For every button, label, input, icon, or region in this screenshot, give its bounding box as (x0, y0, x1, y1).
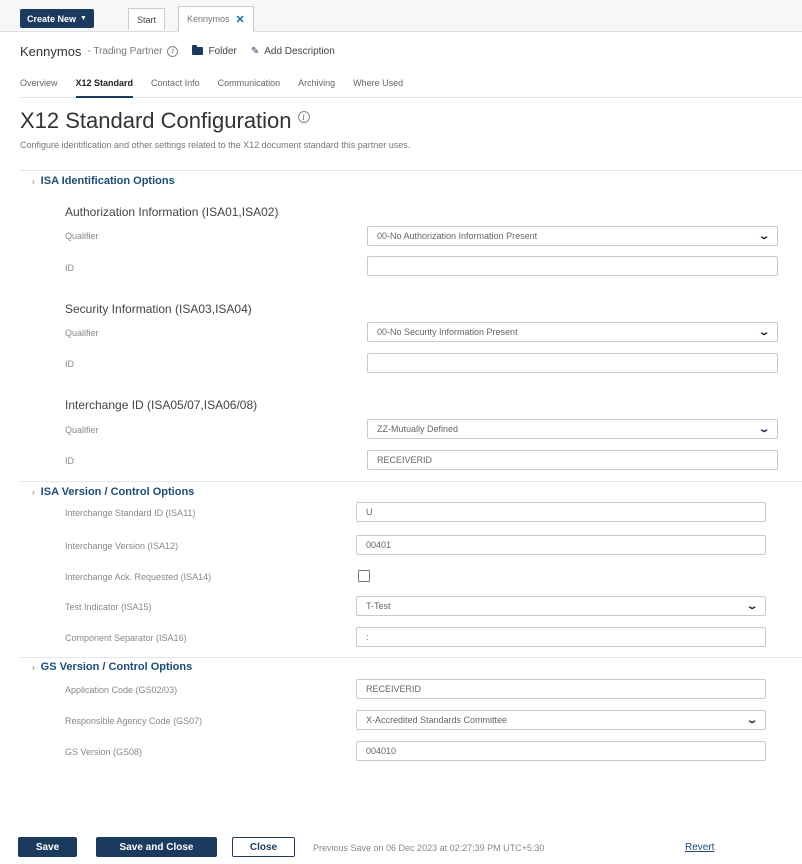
entity-header: Kennymos - Trading Partner i Folder ✎ Ad… (20, 40, 335, 62)
int-id-input[interactable]: RECEIVERID (367, 450, 778, 470)
component-sep-input[interactable]: : (356, 627, 766, 647)
page-title: X12 Standard Configuration (20, 108, 292, 133)
int-qualifier-select[interactable]: ZZ-Mutually Defined ⌄ (367, 419, 778, 439)
tab-kennymos-label: Kennymos (187, 14, 230, 24)
folder-label: Folder (208, 45, 237, 57)
pencil-icon: ✎ (250, 45, 260, 57)
chevron-down-icon: ⌄ (757, 326, 771, 338)
tab-where-used[interactable]: Where Used (353, 72, 403, 98)
auth-qualifier-value: 00-No Authorization Information Present (377, 231, 538, 241)
add-description-label: Add Description (264, 45, 335, 57)
version-label: Interchange Version (ISA12) (65, 541, 179, 551)
section-title: ISA Identification Options (40, 175, 175, 187)
section-title: ISA Version / Control Options (40, 486, 195, 498)
create-new-label: Create New (27, 13, 77, 24)
app-code-label: Application Code (GS02/03) (65, 685, 178, 695)
page-description: Configure identification and other setti… (20, 140, 411, 150)
chevron-right-icon: › (32, 487, 35, 497)
version-input[interactable]: 00401 (356, 535, 766, 555)
chevron-down-icon: ⌄ (757, 423, 771, 435)
footer-bar: Save Save and Close Close Previous Save … (0, 830, 802, 864)
chevron-down-icon: ⌄ (757, 230, 771, 242)
divider (20, 481, 802, 482)
close-icon[interactable]: ✕ (236, 13, 245, 26)
test-indicator-label: Test Indicator (ISA15) (65, 602, 152, 612)
agency-label: Responsible Agency Code (GS07) (65, 716, 203, 726)
app-code-input[interactable]: RECEIVERID (356, 679, 766, 699)
tab-x12-standard[interactable]: X12 Standard (75, 72, 134, 98)
ack-label: Interchange Ack. Requested (ISA14) (65, 572, 212, 582)
chevron-right-icon: › (32, 176, 35, 186)
sec-qualifier-select[interactable]: 00-No Security Information Present ⌄ (367, 322, 778, 342)
test-indicator-value: T-Test (366, 601, 391, 611)
save-status: Previous Save on 06 Dec 2023 at 02:27:39… (313, 843, 545, 853)
close-button[interactable]: Close (232, 837, 295, 857)
tab-archiving[interactable]: Archiving (298, 72, 335, 98)
add-description-link[interactable]: ✎ Add Description (251, 46, 335, 57)
test-indicator-select[interactable]: T-Test ⌄ (356, 596, 766, 616)
app-code-value: RECEIVERID (366, 684, 422, 694)
caret-down-icon: ▼ (80, 15, 87, 22)
sec-id-input[interactable] (367, 353, 778, 373)
info-icon[interactable]: i (297, 111, 310, 123)
gs-version-value: 004010 (366, 746, 397, 756)
tab-kennymos[interactable]: Kennymos ✕ (178, 6, 254, 32)
tab-overview[interactable]: Overview (20, 72, 58, 98)
agency-select[interactable]: X-Accredited Standards Committee ⌄ (356, 710, 766, 730)
section-isa-identification[interactable]: › ISA Identification Options (32, 175, 175, 187)
folder-icon (192, 45, 204, 55)
auth-qualifier-label: Qualifier (65, 231, 99, 241)
create-new-button[interactable]: Create New ▼ (20, 9, 94, 28)
divider (20, 657, 802, 658)
info-icon[interactable]: i (167, 45, 179, 57)
gs-version-label: GS Version (GS08) (65, 747, 143, 757)
chevron-down-icon: ⌄ (745, 714, 759, 726)
int-id-label: ID (65, 456, 74, 466)
section-isa-version[interactable]: › ISA Version / Control Options (32, 486, 194, 498)
tab-communication[interactable]: Communication (218, 72, 281, 98)
entity-name: Kennymos (20, 43, 82, 59)
top-bar: Create New ▼ Start Kennymos ✕ (0, 0, 802, 32)
component-sep-value: : (366, 632, 369, 642)
tab-contact-info[interactable]: Contact Info (151, 72, 200, 98)
revert-link[interactable]: Revert (685, 842, 714, 853)
chevron-down-icon: ⌄ (745, 600, 759, 612)
version-value: 00401 (366, 540, 392, 550)
standard-id-value: U (366, 507, 373, 517)
save-button[interactable]: Save (18, 837, 77, 857)
entity-type: - Trading Partner (87, 45, 163, 57)
int-qualifier-value: ZZ-Mutually Defined (377, 424, 459, 434)
int-id-value: RECEIVERID (377, 455, 433, 465)
sec-qualifier-label: Qualifier (65, 328, 99, 338)
save-and-close-button[interactable]: Save and Close (96, 837, 217, 857)
auth-qualifier-select[interactable]: 00-No Authorization Information Present … (367, 226, 778, 246)
agency-value: X-Accredited Standards Committee (366, 715, 508, 725)
folder-link[interactable]: Folder (192, 45, 237, 57)
group-security-title: Security Information (ISA03,ISA04) (65, 302, 252, 316)
sec-qualifier-value: 00-No Security Information Present (377, 327, 518, 337)
standard-id-label: Interchange Standard ID (ISA11) (65, 508, 196, 518)
tab-start-label: Start (137, 14, 157, 25)
gs-version-input[interactable]: 004010 (356, 741, 766, 761)
standard-id-input[interactable]: U (356, 502, 766, 522)
divider (20, 170, 802, 171)
chevron-right-icon: › (32, 662, 35, 672)
component-sep-label: Component Separator (ISA16) (65, 633, 187, 643)
group-authorization-title: Authorization Information (ISA01,ISA02) (65, 205, 279, 219)
auth-id-label: ID (65, 263, 74, 273)
ack-checkbox[interactable] (358, 570, 370, 582)
tab-start[interactable]: Start (128, 8, 166, 30)
section-tabs: Overview X12 Standard Contact Info Commu… (20, 72, 802, 98)
section-title: GS Version / Control Options (40, 661, 193, 673)
group-interchange-title: Interchange ID (ISA05/07,ISA06/08) (65, 398, 258, 412)
section-gs-version[interactable]: › GS Version / Control Options (32, 661, 192, 673)
page-title-wrap: X12 Standard Configuration i (20, 108, 310, 134)
sec-id-label: ID (65, 359, 74, 369)
int-qualifier-label: Qualifier (65, 425, 99, 435)
auth-id-input[interactable] (367, 256, 778, 276)
